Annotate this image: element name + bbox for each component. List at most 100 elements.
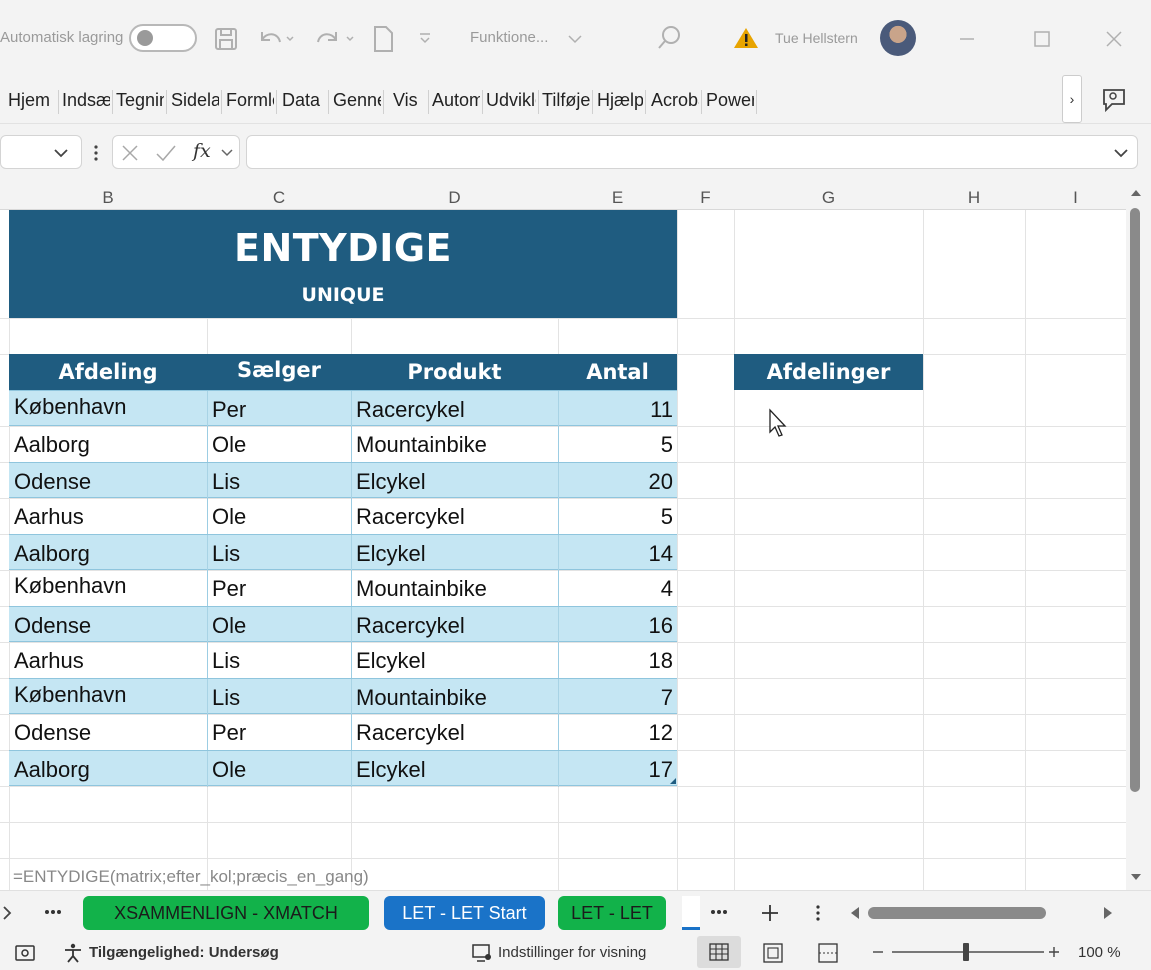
more-sheets-icon[interactable] xyxy=(710,909,728,915)
scroll-up-icon[interactable] xyxy=(1129,188,1143,198)
table-row[interactable]: Odense Ole Racercykel 16 xyxy=(9,606,677,643)
vertical-scroll-thumb[interactable] xyxy=(1130,208,1140,792)
more-options-icon[interactable] xyxy=(92,144,100,162)
cell-antal[interactable]: 12 xyxy=(558,714,677,750)
ribbon-more-button[interactable]: › xyxy=(1062,75,1082,123)
maximize-icon[interactable] xyxy=(1033,30,1051,48)
cell-saelger[interactable]: Ole xyxy=(207,498,351,534)
insert-function-button[interactable]: fx xyxy=(193,140,211,162)
enter-icon[interactable] xyxy=(155,144,177,162)
vertical-scrollbar[interactable] xyxy=(1126,182,1151,890)
normal-view-button[interactable] xyxy=(697,936,741,968)
expand-formula-icon[interactable] xyxy=(1113,147,1129,159)
customize-toolbar-icon[interactable] xyxy=(418,30,432,46)
cell-produkt[interactable]: Elcykel xyxy=(351,463,558,499)
tab-power-pivot[interactable]: Power Pivot xyxy=(706,90,754,111)
new-document-icon[interactable] xyxy=(372,25,394,53)
more-sheets-icon[interactable] xyxy=(44,909,62,915)
formula-input[interactable] xyxy=(246,135,1138,169)
column-header-f[interactable]: F xyxy=(677,188,734,208)
tab-automatiser[interactable]: Automatiser xyxy=(432,90,480,111)
cell-afdeling[interactable]: København xyxy=(14,676,127,712)
column-header-g[interactable]: G xyxy=(734,188,923,208)
chevron-down-icon[interactable] xyxy=(567,33,583,45)
sheet-tab-active-partial[interactable] xyxy=(682,896,700,930)
column-header-i[interactable]: I xyxy=(1025,188,1126,208)
tab-tegning[interactable]: Tegning xyxy=(116,90,164,111)
cell-antal[interactable]: 5 xyxy=(558,426,677,462)
chevron-down-icon[interactable] xyxy=(220,148,234,158)
sheet-tab-let-let[interactable]: LET - LET xyxy=(558,896,666,930)
display-settings-icon[interactable] xyxy=(471,943,493,963)
tab-hjaelp[interactable]: Hjælp xyxy=(597,90,643,111)
warning-icon[interactable] xyxy=(733,26,759,50)
cell-saelger[interactable]: Per xyxy=(207,391,351,427)
cell-afdeling[interactable]: Aalborg xyxy=(14,426,90,462)
cell-saelger[interactable]: Lis xyxy=(207,535,351,571)
search-icon[interactable] xyxy=(656,24,682,52)
display-settings-label[interactable]: Indstillinger for visning xyxy=(498,944,646,961)
cell-afdeling[interactable]: Odense xyxy=(14,714,91,750)
cell-produkt[interactable]: Elcykel xyxy=(351,642,558,678)
cell-afdeling[interactable]: Aarhus xyxy=(14,642,84,678)
cell-afdeling[interactable]: Aalborg xyxy=(14,535,90,571)
zoom-out-icon[interactable] xyxy=(871,946,885,958)
column-header-c[interactable]: C xyxy=(207,188,351,208)
cell-antal[interactable]: 18 xyxy=(558,642,677,678)
chevron-down-icon[interactable] xyxy=(53,147,69,159)
page-break-view-icon[interactable] xyxy=(817,942,839,964)
scroll-right-icon[interactable] xyxy=(1102,906,1114,920)
table-row[interactable]: København Lis Mountainbike 7 xyxy=(9,676,677,715)
tab-data[interactable]: Data xyxy=(282,90,326,111)
cell-saelger[interactable]: Ole xyxy=(207,426,351,462)
scroll-left-icon[interactable] xyxy=(849,906,861,920)
cell-antal[interactable]: 7 xyxy=(558,679,677,715)
tab-tilfoejelsesprogrammer[interactable]: Tilføjelsesprogrammer xyxy=(542,90,590,111)
chevron-right-icon[interactable] xyxy=(2,905,12,921)
tab-gennemse[interactable]: Gennemse xyxy=(333,90,381,111)
cell-produkt[interactable]: Mountainbike xyxy=(351,679,558,715)
zoom-in-icon[interactable] xyxy=(1047,945,1061,959)
header-saelger[interactable]: Sælger xyxy=(207,352,351,388)
cell-produkt[interactable]: Mountainbike xyxy=(351,570,558,606)
accessibility-status[interactable]: Tilgængelighed: Undersøg xyxy=(89,944,279,961)
header-produkt[interactable]: Produkt xyxy=(351,354,558,390)
table-row[interactable]: Aarhus Ole Racercykel 5 xyxy=(9,498,677,534)
cell-produkt[interactable]: Elcykel xyxy=(351,535,558,571)
redo-icon[interactable] xyxy=(312,26,356,52)
table-row[interactable]: Aarhus Lis Elcykel 18 xyxy=(9,642,677,678)
cell-antal[interactable]: 16 xyxy=(558,607,677,643)
autosave-toggle[interactable] xyxy=(129,24,197,52)
cell-antal[interactable]: 11 xyxy=(558,391,677,427)
table-row[interactable]: København Per Racercykel 11 xyxy=(9,388,677,427)
tab-acrobat[interactable]: Acrobat xyxy=(651,90,699,111)
cell-saelger[interactable]: Per xyxy=(207,570,351,606)
cell-produkt[interactable]: Racercykel xyxy=(351,498,558,534)
cell-afdeling[interactable]: København xyxy=(14,388,127,424)
side-table-header[interactable]: Afdelinger xyxy=(734,354,923,390)
cell-saelger[interactable]: Lis xyxy=(207,679,351,715)
cell-produkt[interactable]: Mountainbike xyxy=(351,426,558,462)
save-icon[interactable] xyxy=(213,26,239,52)
sheet-options-icon[interactable] xyxy=(815,904,821,922)
comments-icon[interactable] xyxy=(1100,86,1130,116)
title-banner[interactable]: ENTYDIGE UNIQUE xyxy=(9,210,677,318)
cell-afdeling[interactable]: Aalborg xyxy=(14,751,90,787)
tab-sidelayout[interactable]: Sidelayout xyxy=(171,90,219,111)
cell-saelger[interactable]: Ole xyxy=(207,607,351,643)
file-name[interactable]: Funktione... xyxy=(470,29,548,46)
worksheet-grid[interactable]: ENTYDIGE UNIQUE Afdeling Sælger Produkt … xyxy=(0,210,1126,890)
table-resize-handle[interactable] xyxy=(670,778,676,784)
cell-afdeling[interactable]: Odense xyxy=(14,463,91,499)
tab-formler[interactable]: Formler xyxy=(226,90,274,111)
macro-recording-icon[interactable] xyxy=(14,943,38,963)
cell-produkt[interactable]: Elcykel xyxy=(351,751,558,787)
zoom-slider-thumb[interactable] xyxy=(963,943,969,961)
user-name[interactable]: Tue Hellstern xyxy=(775,30,858,46)
table-row[interactable]: København Per Mountainbike 4 xyxy=(9,570,677,606)
cell-afdeling[interactable]: Odense xyxy=(14,607,91,643)
zoom-level[interactable]: 100 % xyxy=(1078,944,1121,961)
cell-antal[interactable]: 14 xyxy=(558,535,677,571)
tab-vis[interactable]: Vis xyxy=(393,90,427,111)
cell-produkt[interactable]: Racercykel xyxy=(351,391,558,427)
